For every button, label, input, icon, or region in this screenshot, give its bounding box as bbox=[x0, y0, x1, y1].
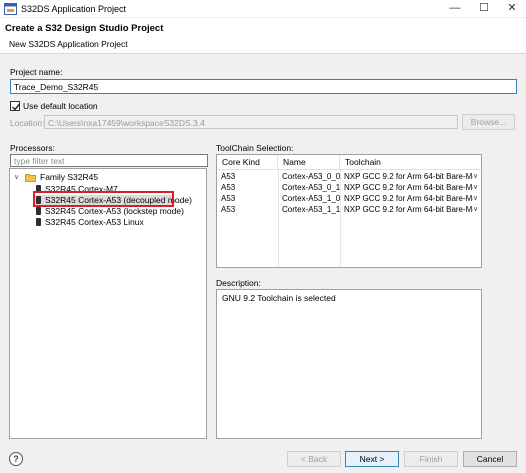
use-default-location-label: Use default location bbox=[23, 101, 98, 111]
table-row[interactable]: A53 Cortex-A53_1_0 NXP GCC 9.2 for Arm 6… bbox=[217, 193, 481, 204]
project-name-input[interactable]: Trace_Demo_S32R45 bbox=[10, 79, 517, 94]
processor-tree: ∨ Family S32R45 S32R45 Cortex-M7 S32R45 … bbox=[9, 168, 207, 439]
processors-label: Processors: bbox=[10, 143, 55, 153]
description-label: Description: bbox=[216, 278, 261, 288]
cell-name: Cortex-A53_1_1 bbox=[282, 205, 340, 214]
cell-core-kind: A53 bbox=[221, 205, 236, 214]
tree-item[interactable]: S32R45 Cortex-A53 (lockstep mode) bbox=[36, 206, 196, 217]
next-button[interactable]: Next > bbox=[345, 451, 399, 467]
minimize-icon[interactable]: — bbox=[443, 0, 467, 18]
header-subtitle: New S32DS Application Project bbox=[9, 39, 128, 49]
browse-button[interactable]: Browse... bbox=[462, 114, 515, 130]
help-icon[interactable]: ? bbox=[9, 452, 23, 466]
cell-name: Cortex-A53_0_1 bbox=[282, 183, 340, 192]
cell-name: Cortex-A53_1_0 bbox=[282, 194, 340, 203]
title-bar: S32DS Application Project — ☐ ✕ bbox=[0, 0, 526, 18]
tree-item[interactable]: S32R45 Cortex-A53 Linux bbox=[36, 217, 196, 228]
tree-item-label: S32R45 Cortex-A53 (lockstep mode) bbox=[45, 206, 184, 216]
use-default-location-checkbox[interactable] bbox=[10, 101, 21, 111]
column-divider bbox=[340, 170, 341, 267]
maximize-icon[interactable]: ☐ bbox=[472, 0, 496, 18]
cell-core-kind: A53 bbox=[221, 172, 236, 181]
table-row[interactable]: A53 Cortex-A53_0_1 NXP GCC 9.2 for Arm 6… bbox=[217, 182, 481, 193]
filter-input[interactable]: type filter text bbox=[10, 154, 208, 167]
window-title: S32DS Application Project bbox=[21, 4, 127, 14]
tree-item-label: S32R45 Cortex-A53 Linux bbox=[45, 217, 144, 227]
toolchain-dropdown[interactable]: NXP GCC 9.2 for Arm 64-bit Bare-Metal bbox=[340, 204, 473, 215]
toolchain-dropdown[interactable]: NXP GCC 9.2 for Arm 64-bit Bare-Metal bbox=[340, 193, 473, 204]
tree-family-label: Family S32R45 bbox=[40, 172, 99, 182]
chevron-down-icon[interactable]: ∨ bbox=[473, 205, 478, 213]
description-box: GNU 9.2 Toolchain is selected bbox=[216, 289, 482, 439]
chevron-down-icon[interactable]: ∨ bbox=[473, 183, 478, 191]
description-text: GNU 9.2 Toolchain is selected bbox=[222, 293, 336, 303]
highlight-annotation-box bbox=[33, 191, 174, 207]
location-input[interactable]: C:\Users\nxa17459\workspaceS32DS.3.4 bbox=[44, 115, 458, 129]
column-divider bbox=[278, 170, 279, 267]
cell-core-kind: A53 bbox=[221, 194, 236, 203]
column-header-toolchain[interactable]: Toolchain bbox=[340, 155, 481, 170]
wizard-header: Create a S32 Design Studio Project New S… bbox=[0, 18, 526, 54]
cancel-button[interactable]: Cancel bbox=[463, 451, 517, 467]
toolchain-dropdown[interactable]: NXP GCC 9.2 for Arm 64-bit Bare-Metal bbox=[340, 171, 473, 182]
folder-icon bbox=[25, 174, 36, 182]
chevron-down-icon[interactable]: ∨ bbox=[473, 194, 478, 202]
toolchain-dropdown[interactable]: NXP GCC 9.2 for Arm 64-bit Bare-Metal bbox=[340, 182, 473, 193]
toolchain-table: Core Kind Name Toolchain A53 Cortex-A53_… bbox=[216, 154, 482, 268]
header-title: Create a S32 Design Studio Project bbox=[5, 23, 164, 34]
chip-icon bbox=[36, 218, 41, 226]
project-name-label: Project name: bbox=[10, 67, 63, 77]
table-row[interactable]: A53 Cortex-A53_1_1 NXP GCC 9.2 for Arm 6… bbox=[217, 204, 481, 215]
close-icon[interactable]: ✕ bbox=[500, 0, 524, 18]
back-button[interactable]: < Back bbox=[287, 451, 341, 467]
location-label: Location: bbox=[10, 118, 45, 128]
column-header-core-kind[interactable]: Core Kind bbox=[217, 155, 278, 170]
toolchain-label: ToolChain Selection: bbox=[216, 143, 294, 153]
chevron-down-icon[interactable]: ∨ bbox=[473, 172, 478, 180]
finish-button[interactable]: Finish bbox=[404, 451, 458, 467]
checkmark-icon bbox=[12, 103, 21, 111]
cell-core-kind: A53 bbox=[221, 183, 236, 192]
column-header-name[interactable]: Name bbox=[278, 155, 340, 170]
chevron-down-icon[interactable]: ∨ bbox=[14, 172, 19, 183]
app-icon bbox=[4, 3, 17, 15]
chip-icon bbox=[36, 207, 41, 215]
table-row[interactable]: A53 Cortex-A53_0_0 NXP GCC 9.2 for Arm 6… bbox=[217, 171, 481, 182]
cell-name: Cortex-A53_0_0 bbox=[282, 172, 340, 181]
